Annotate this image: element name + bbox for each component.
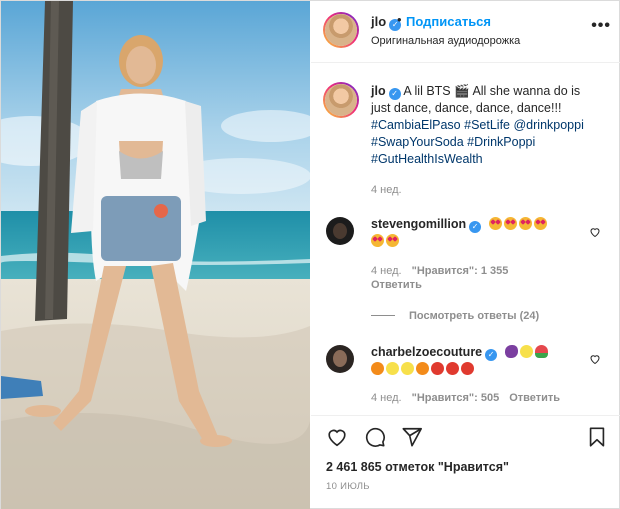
follow-button[interactable]: Подписаться [406, 14, 491, 29]
more-options-icon[interactable]: ••• [591, 17, 611, 35]
comment-text: stevengomillion ✓ [371, 216, 591, 250]
verified-badge-icon: ✓ [485, 349, 498, 361]
star-eyes-emoji-icon [488, 217, 502, 230]
bookmark-icon[interactable] [586, 426, 608, 448]
caption-line-1: A lil BTS 🎬 All she wanna do is [403, 84, 581, 98]
verified-badge-icon: ✓ [388, 88, 401, 100]
tangerine-emoji-icon [416, 362, 429, 375]
comment-reply-row: Ответить [371, 279, 432, 291]
hashtag-link[interactable]: #DrinkPoppi [467, 135, 535, 149]
apple-emoji-icon [446, 362, 459, 375]
comment-time[interactable]: 4 нед. [371, 392, 402, 404]
star-eyes-emoji-icon [518, 217, 532, 230]
hashtag-link[interactable]: #SwapYourSoda [371, 135, 464, 149]
author-avatar[interactable] [323, 12, 359, 48]
emoji-row [371, 233, 591, 250]
hashtag-link[interactable]: #GutHealthIsWealth [371, 152, 483, 166]
star-eyes-emoji-icon [533, 217, 547, 230]
tangerine-emoji-icon [371, 362, 384, 375]
comment-likes-count[interactable]: "Нравится": 1 355 [412, 265, 509, 277]
emoji-row [504, 345, 550, 359]
heart-icon[interactable] [325, 426, 349, 448]
star-eyes-emoji-icon [386, 234, 399, 247]
caption-line-2: just dance, dance, dance, dance!!! [371, 101, 562, 115]
comments-section[interactable]: jlo ✓ A lil BTS 🎬 All she wanna do is jus… [311, 64, 620, 414]
commenter-username[interactable]: stevengomillion [371, 217, 466, 231]
audio-track-link[interactable]: Оригинальная аудиодорожка [371, 35, 520, 47]
post-date[interactable]: 10 ИЮЛЬ [326, 481, 370, 492]
comment-meta: 4 нед. "Нравится": 1 355 [371, 265, 518, 277]
emoji-row [488, 217, 549, 231]
comment-meta: 4 нед. "Нравится": 505 Ответить [371, 392, 570, 404]
eggplant-emoji-icon [504, 345, 518, 358]
post-photo[interactable] [1, 1, 310, 509]
caption-avatar[interactable] [323, 82, 359, 118]
caption-text: jlo ✓ A lil BTS 🎬 All she wanna do is jus… [371, 83, 616, 168]
lemon-emoji-icon [386, 362, 399, 375]
emoji-row [371, 361, 591, 378]
commenter-avatar[interactable] [326, 345, 354, 373]
star-eyes-emoji-icon [371, 234, 384, 247]
heart-icon[interactable] [589, 353, 601, 365]
view-replies-button[interactable]: Посмотреть ответы (24) [371, 310, 539, 322]
comment-text: charbelzoecouture ✓ [371, 344, 591, 378]
post-side-panel: jlo ✓ • Подписаться Оригинальная аудиодор… [311, 1, 620, 509]
view-replies-label[interactable]: Посмотреть ответы (24) [409, 310, 539, 322]
heart-icon[interactable] [589, 226, 601, 238]
comment-likes-count[interactable]: "Нравится": 505 [412, 392, 500, 404]
comment-icon[interactable] [363, 426, 387, 448]
share-icon[interactable] [400, 426, 424, 448]
separator-dot: • [397, 12, 402, 27]
apple-emoji-icon [431, 362, 444, 375]
lemon-emoji-icon [401, 362, 414, 375]
post-likes-count[interactable]: 2 461 865 отметок "Нравится" [326, 460, 509, 474]
reply-button[interactable]: Ответить [509, 392, 560, 404]
commenter-username[interactable]: charbelzoecouture [371, 345, 482, 359]
lemon-emoji-icon [519, 345, 533, 358]
beach-photo [1, 1, 310, 509]
hashtag-link[interactable]: #SetLife [464, 118, 510, 132]
watermelon-emoji-icon [534, 345, 548, 358]
reply-button[interactable]: Ответить [371, 279, 422, 291]
comment-time[interactable]: 4 нед. [371, 265, 402, 277]
apple-emoji-icon [461, 362, 474, 375]
commenter-avatar[interactable] [326, 217, 354, 245]
instagram-post-window: jlo ✓ • Подписаться Оригинальная аудиодор… [0, 0, 620, 509]
verified-badge-icon: ✓ [469, 221, 482, 233]
post-actions: 2 461 865 отметок "Нравится" 10 ИЮЛЬ [311, 415, 620, 509]
post-header: jlo ✓ • Подписаться Оригинальная аудиодор… [311, 1, 620, 63]
author-username-text[interactable]: jlo [371, 14, 386, 29]
caption-time[interactable]: 4 нед. [371, 184, 402, 196]
star-eyes-emoji-icon [503, 217, 517, 230]
caption-username[interactable]: jlo [371, 84, 386, 98]
hashtag-link[interactable]: #CambiaElPaso [371, 118, 461, 132]
divider [371, 315, 395, 316]
mention-link[interactable]: @drinkpoppi [513, 118, 583, 132]
